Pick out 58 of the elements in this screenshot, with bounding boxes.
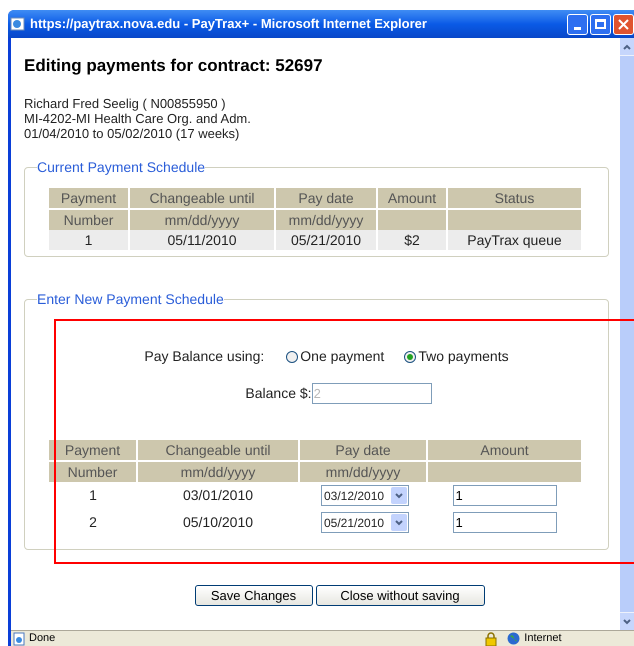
globe-icon [507, 632, 520, 645]
fieldset-legend: Current Payment Schedule [37, 157, 206, 178]
radio-option[interactable]: One payment [286, 346, 384, 367]
column-header: Pay date [299, 440, 427, 461]
table-cell-text: 05/10/2010 [182, 513, 254, 532]
table-cell: PayTrax queue [447, 230, 582, 250]
radio-button[interactable] [404, 350, 416, 362]
info-line: MI-4202-MI Health Care Org. and Adm. [24, 111, 252, 126]
radio-button[interactable] [286, 350, 298, 362]
column-header: Amount [427, 440, 582, 461]
form-button[interactable]: Save Changes [194, 585, 312, 606]
page-icon [12, 632, 26, 646]
form-button[interactable]: Close without saving [316, 585, 484, 606]
column-subheader: Number [49, 461, 137, 482]
chevron-down-icon [395, 520, 403, 526]
browser-icon [10, 16, 26, 32]
column-header: Changeable until [137, 440, 299, 461]
chevron-down-icon [623, 618, 631, 624]
close-button[interactable] [613, 14, 634, 34]
table-cell: 05/11/2010 [129, 230, 275, 250]
amount-field[interactable]: 1 [452, 512, 556, 533]
lock-icon [485, 632, 498, 646]
page-heading: Editing payments for contract: 52697 [24, 55, 324, 77]
column-header: Changeable until [129, 188, 275, 209]
table-cell: 1 [49, 482, 137, 509]
table-cell: 1 [49, 230, 129, 250]
info-line: 01/04/2010 to 05/02/2010 (17 weeks) [24, 126, 240, 141]
column-subheader: mm/dd/yyyy [129, 209, 275, 230]
chevron-up-icon [623, 44, 631, 50]
info-line: Richard Fred Seelig ( N00855950 ) [24, 96, 227, 111]
window-title: https://paytrax.nova.edu - PayTrax+ - Microsoft Internet Explorer [30, 15, 427, 34]
balance-label: Balance $: [245, 384, 312, 403]
status-text: Done [29, 631, 56, 646]
column-header: Payment [49, 188, 129, 209]
amount-field[interactable]: 1 [452, 485, 556, 506]
column-header: Status [447, 188, 582, 209]
table-cell: 03/01/2010 [137, 482, 299, 509]
column-header: Payment [49, 440, 137, 461]
chevron-down-icon [395, 492, 403, 499]
scrollbar[interactable] [620, 38, 634, 630]
column-header: Pay date [275, 188, 377, 209]
radio-option[interactable]: Two payments [404, 346, 509, 367]
close-icon [618, 18, 629, 30]
table-cell: 05/21/2010 [275, 230, 377, 250]
minimize-button[interactable] [567, 14, 588, 34]
column-header: Amount [377, 188, 447, 209]
pay-date-dropdown[interactable]: 05/21/2010 [321, 512, 409, 534]
table-cell: $2 [377, 230, 447, 250]
column-subheader: mm/dd/yyyy [275, 209, 377, 230]
fieldset-legend: Enter New Payment Schedule [37, 289, 224, 310]
column-subheader: Number [49, 209, 129, 230]
zone-text: Internet [524, 631, 562, 646]
table-cell-text: 2 [88, 513, 98, 532]
column-subheader: mm/dd/yyyy [137, 461, 299, 482]
pay-balance-label: Pay Balance using: [144, 347, 264, 366]
maximize-button[interactable] [590, 14, 611, 34]
pay-date-dropdown[interactable]: 03/12/2010 [321, 485, 409, 506]
column-subheader: mm/dd/yyyy [299, 461, 427, 482]
